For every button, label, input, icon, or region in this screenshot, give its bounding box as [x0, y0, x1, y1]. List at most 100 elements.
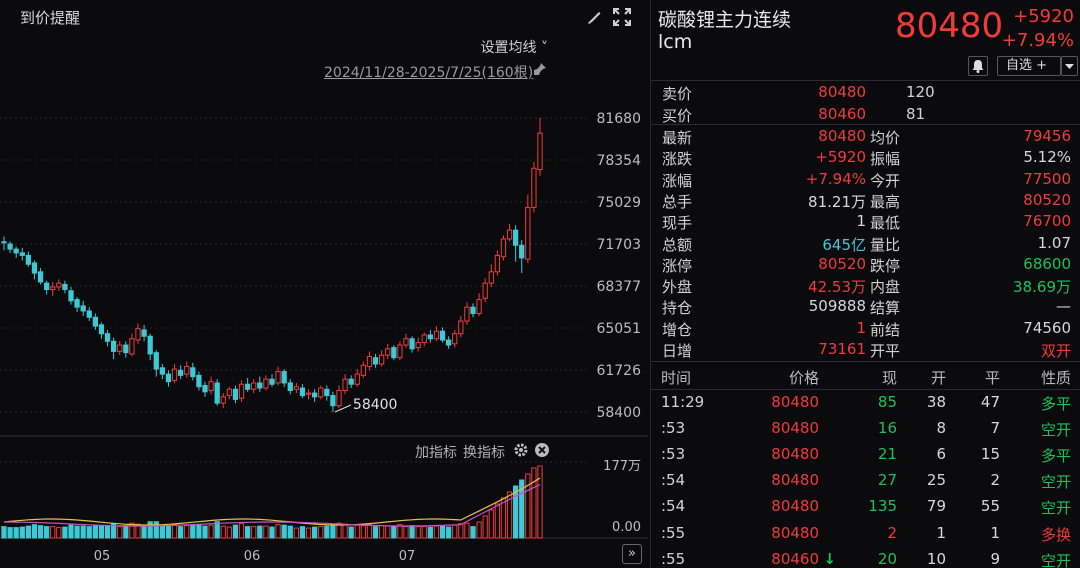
stat-value: 38.69万	[1013, 278, 1071, 297]
stat-row: 日增 73161 开平 双开	[651, 339, 1080, 360]
table-row[interactable]: 11:29 80480 85 38 47 多平	[651, 392, 1080, 414]
table-row[interactable]: :55 80460 20 10 9 空开 ↓	[651, 549, 1080, 568]
volume-bar	[330, 523, 336, 539]
candle	[354, 373, 360, 385]
candle	[519, 244, 525, 259]
table-row[interactable]: :55 80480 2 1 1 多换	[651, 523, 1080, 545]
volume-bar	[13, 527, 19, 539]
tick-close: 47	[980, 393, 1000, 411]
candle	[25, 254, 31, 265]
candle	[458, 320, 464, 335]
stat-label: 涨停	[662, 256, 693, 275]
volume-bar	[513, 485, 519, 539]
candle	[348, 378, 354, 385]
watchlist-dropdown-icon[interactable]	[1061, 56, 1078, 76]
tick-nature: 多换	[1040, 525, 1071, 544]
candle	[44, 282, 50, 291]
volume-bar	[104, 525, 111, 539]
candle	[269, 378, 275, 385]
ask-qty: 120	[906, 83, 935, 101]
stat-value: 80520	[1023, 190, 1071, 209]
tick-nature: 空开	[1040, 499, 1071, 518]
stat-value: 80480	[818, 127, 866, 145]
volume-bar	[464, 522, 470, 539]
header-close: 平	[984, 369, 1000, 387]
candle	[421, 334, 427, 344]
instrument-name: 碳酸锂主力连续	[658, 9, 792, 31]
table-row[interactable]: :53 80480 16 8 7 空开	[651, 418, 1080, 440]
stat-value: 79456	[1023, 127, 1071, 145]
table-row[interactable]: :54 80480 27 25 2 空开	[651, 470, 1080, 492]
ask-row: 卖价 80480 120	[651, 82, 1080, 103]
add-watchlist-button[interactable]: 自选 +	[997, 56, 1061, 76]
volume-bar	[500, 497, 507, 539]
candle	[293, 386, 299, 390]
table-row[interactable]: :53 80480 21 6 15 多平	[651, 444, 1080, 466]
stat-label: 结算	[870, 299, 901, 318]
close-icon[interactable]	[534, 442, 552, 460]
candle	[202, 384, 208, 393]
tick-close: 55	[980, 497, 1000, 516]
stat-row: 最新 80480 均价 79456	[651, 126, 1080, 147]
candle	[403, 338, 409, 346]
volume-bar	[190, 524, 196, 539]
volume-bar	[360, 525, 366, 539]
y-tick-label: 75029	[596, 195, 641, 211]
tick-price: 80460	[771, 549, 819, 568]
volume-bar	[220, 525, 226, 539]
stat-label: 最高	[870, 192, 901, 211]
candle	[257, 382, 263, 389]
add-indicator-button[interactable]: 加指标	[415, 442, 457, 462]
candle	[391, 347, 397, 359]
candle	[1, 241, 7, 244]
volume-bar	[171, 524, 178, 539]
volume-bar	[348, 526, 354, 539]
bell-icon[interactable]	[968, 56, 988, 76]
bid-price: 80460	[818, 105, 866, 123]
volume-bar	[458, 523, 464, 539]
candle	[409, 338, 415, 350]
gear-icon[interactable]	[513, 442, 531, 460]
instrument-code: lcm	[658, 31, 693, 53]
volume-bar	[433, 525, 440, 539]
candle	[494, 254, 500, 273]
tick-close: 7	[990, 419, 1000, 438]
volume-bar	[44, 526, 50, 539]
candle	[7, 243, 13, 250]
candle	[312, 392, 318, 398]
volume-bar	[324, 525, 330, 539]
stat-value: +7.94%	[805, 169, 866, 188]
candle	[19, 252, 25, 256]
stat-value: 645亿	[822, 235, 866, 254]
table-row[interactable]: :54 80480 135 79 55 空开	[651, 496, 1080, 518]
tick-time: :55	[661, 549, 686, 568]
header-price: 价格	[788, 369, 819, 387]
stat-row: 增仓 1 前结 74560	[651, 318, 1080, 339]
candlestick-chart[interactable]: 81680 78354 75029 71703 68377 65051 61726 58400…	[0, 0, 648, 568]
candle	[135, 328, 141, 341]
candle	[305, 392, 312, 395]
volume-bar	[202, 525, 208, 539]
switch-indicator-button[interactable]: 换指标	[463, 442, 505, 462]
x-tick-label: 06	[244, 549, 261, 564]
candle	[123, 344, 129, 354]
stat-value: 73161	[818, 340, 866, 358]
candle	[98, 324, 105, 335]
stat-label: 涨幅	[662, 171, 693, 190]
stat-value: 1.07	[1037, 233, 1071, 252]
y-tick-label: 81680	[596, 111, 641, 127]
stat-value: 74560	[1023, 318, 1071, 337]
candle	[281, 371, 287, 384]
volume-bar	[439, 525, 446, 539]
stat-label: 量比	[870, 235, 901, 254]
candle	[37, 271, 44, 283]
volume-bar	[238, 523, 245, 539]
candle	[184, 366, 190, 375]
volume-bar	[37, 525, 44, 539]
chart-forward-button[interactable]: »	[622, 544, 642, 564]
volume-bar	[385, 525, 391, 539]
candle	[13, 248, 19, 254]
volume-bar	[275, 524, 281, 539]
stat-value: 509888	[808, 297, 866, 316]
volume-bar	[56, 527, 62, 539]
